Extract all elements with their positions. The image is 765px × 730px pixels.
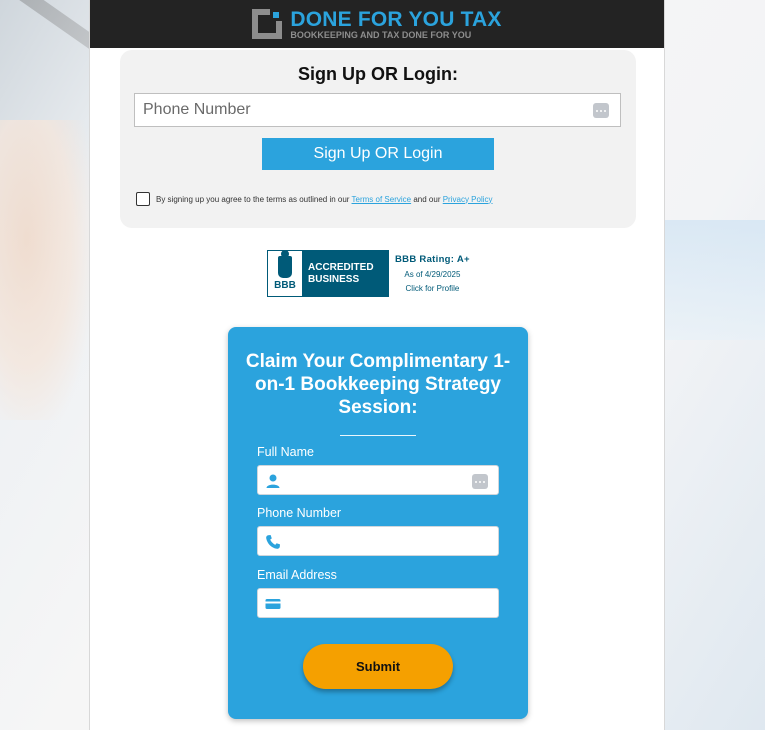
- bbb-date: As of 4/29/2025: [404, 270, 461, 279]
- phone-icon: [266, 535, 280, 549]
- page-container: DONE FOR YOU TAX BOOKKEEPING AND TAX DON…: [89, 0, 665, 730]
- phone-field: [257, 526, 499, 556]
- site-header: DONE FOR YOU TAX BOOKKEEPING AND TAX DON…: [90, 0, 664, 48]
- privacy-policy-link[interactable]: Privacy Policy: [443, 195, 493, 204]
- terms-prefix: By signing up you agree to the terms as …: [156, 194, 350, 204]
- full-name-input[interactable]: [258, 466, 498, 494]
- logo-subtitle: BOOKKEEPING AND TAX DONE FOR YOU: [290, 29, 472, 40]
- card-icon: [265, 599, 281, 609]
- claim-form-card: Claim Your Complimentary 1-on-1 Bookkeep…: [228, 327, 528, 719]
- logo-title: DONE FOR YOU TAX: [290, 7, 502, 31]
- full-name-label: Full Name: [257, 445, 314, 459]
- autofill-icon[interactable]: [593, 103, 609, 118]
- site-logo[interactable]: DONE FOR YOU TAX BOOKKEEPING AND TAX DON…: [252, 9, 501, 40]
- title-divider: [340, 435, 416, 436]
- phone-label: Phone Number: [257, 506, 342, 520]
- terms-middle: and our: [413, 194, 441, 204]
- login-card: Sign Up OR Login: Sign Up OR Login By si…: [120, 50, 636, 228]
- user-icon: [266, 474, 280, 488]
- bbb-torch-icon: [278, 256, 292, 278]
- bbb-profile-link[interactable]: Click for Profile: [406, 284, 460, 293]
- bbb-badge-line1: ACCREDITED: [308, 261, 374, 273]
- terms-checkbox[interactable]: [136, 192, 150, 206]
- email-label: Email Address: [257, 568, 337, 582]
- terms-row: By signing up you agree to the terms as …: [136, 192, 493, 206]
- submit-button[interactable]: Submit: [303, 644, 453, 689]
- bbb-letters: BBB: [274, 280, 296, 291]
- full-name-field: [257, 465, 499, 495]
- login-phone-input[interactable]: [135, 94, 620, 126]
- bbb-accreditation[interactable]: BBB ACCREDITED BUSINESS BBB Rating: A+ A…: [267, 250, 470, 297]
- login-title: Sign Up OR Login:: [298, 64, 458, 84]
- bbb-rating: BBB Rating: A+: [395, 254, 470, 265]
- email-field: [257, 588, 499, 618]
- signup-login-button[interactable]: Sign Up OR Login: [262, 138, 494, 170]
- autofill-icon[interactable]: [472, 474, 488, 489]
- bbb-badge: BBB ACCREDITED BUSINESS: [267, 250, 389, 297]
- logo-icon: [252, 9, 284, 39]
- email-input[interactable]: [258, 589, 498, 617]
- phone-input[interactable]: [258, 527, 498, 555]
- terms-of-service-link[interactable]: Terms of Service: [352, 195, 412, 204]
- login-phone-field: [134, 93, 621, 127]
- bbb-badge-line2: BUSINESS: [308, 273, 360, 285]
- chart-decor: [665, 220, 765, 340]
- hand-decor: [0, 120, 90, 420]
- terms-text: By signing up you agree to the terms as …: [156, 195, 493, 204]
- claim-title: Claim Your Complimentary 1-on-1 Bookkeep…: [245, 351, 511, 418]
